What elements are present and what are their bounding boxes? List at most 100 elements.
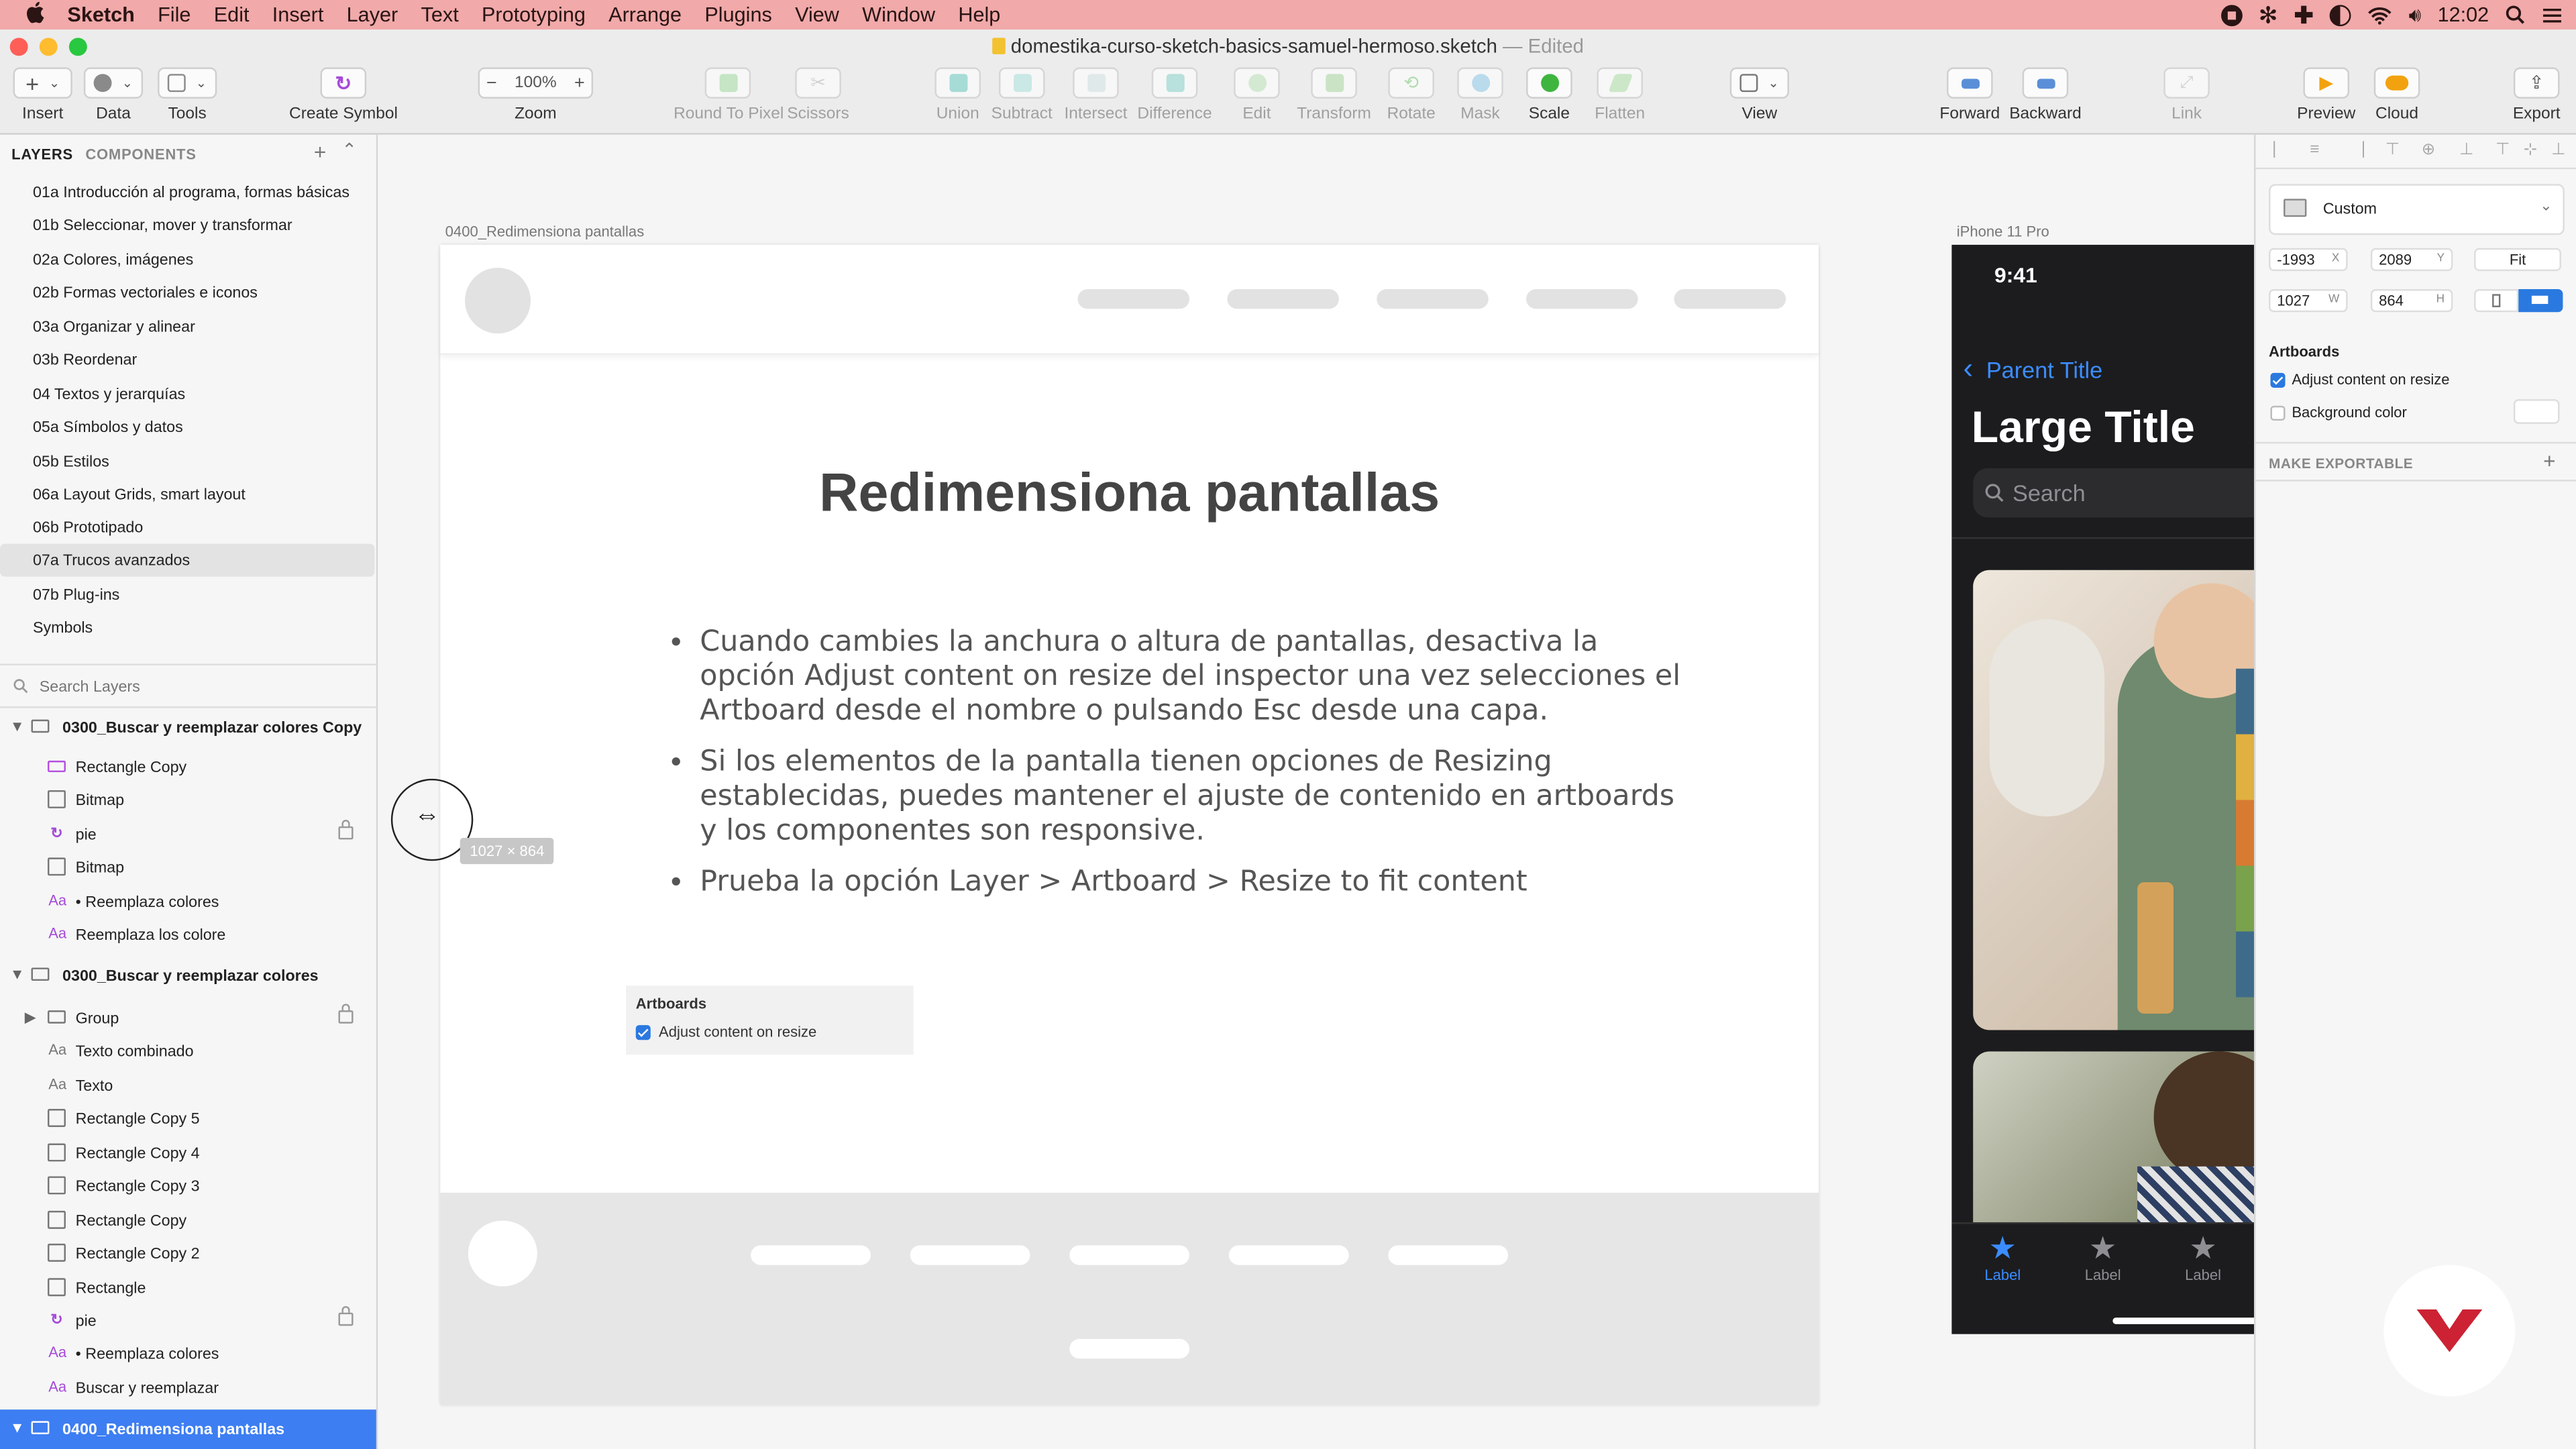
header-bar[interactable] (440, 244, 1819, 355)
clock[interactable]: 12:02 (2438, 3, 2489, 26)
zoom-control[interactable]: − 100% + Zoom (476, 67, 594, 123)
artboard-preset-select[interactable]: Custom ⌄ (2269, 184, 2565, 235)
footer-logo-placeholder[interactable] (468, 1220, 537, 1287)
layer-row[interactable]: ▶ Group (0, 1002, 376, 1035)
photo-card[interactable] (1973, 570, 2255, 1030)
zoom-out-icon[interactable]: − (486, 73, 497, 93)
page-item[interactable]: 05b Estilos (0, 445, 376, 478)
nav-placeholder[interactable] (1077, 289, 1190, 309)
make-exportable-title[interactable]: MAKE EXPORTABLE (2269, 455, 2413, 471)
footer-link-placeholder[interactable] (1388, 1245, 1509, 1265)
transform-button[interactable]: Transform (1295, 67, 1374, 123)
intersect-button[interactable]: Intersect (1060, 67, 1132, 123)
menu-insert[interactable]: Insert (261, 3, 335, 26)
round-to-pixel-button[interactable]: Round To Pixel (674, 67, 784, 123)
forward-button[interactable]: Forward (1939, 67, 2001, 123)
layer-row[interactable]: Rectangle Copy (0, 751, 376, 784)
app-menu[interactable]: Sketch (56, 3, 146, 26)
align-top-icon[interactable]: ⊤ (2385, 142, 2400, 160)
layer-row[interactable]: Aa Texto (0, 1069, 376, 1102)
align-right-icon[interactable]: ⎹ (2348, 142, 2364, 160)
lock-icon[interactable] (338, 1305, 354, 1326)
page-item-selected[interactable]: 07a Trucos avanzados (0, 543, 375, 577)
page-item[interactable]: 01a Introducción al programa, formas bás… (0, 176, 376, 209)
tab-item-2[interactable]: ★ Label (2075, 1233, 2131, 1283)
background-color-swatch[interactable] (2513, 399, 2560, 424)
disclosure-open-icon[interactable]: ▼ (8, 718, 26, 736)
nav-placeholder[interactable] (1674, 289, 1786, 309)
footer-link-placeholder[interactable] (910, 1245, 1030, 1265)
layer-row[interactable]: ↻ pie (0, 818, 376, 851)
search-layers-input[interactable] (36, 674, 355, 700)
menu-prototyping[interactable]: Prototyping (470, 3, 597, 26)
align-center-horizontal-icon[interactable]: ≡ (2310, 142, 2319, 160)
headline[interactable]: Redimensiona pantallas (440, 462, 1819, 524)
page-item[interactable]: Symbols (0, 611, 376, 644)
menu-view[interactable]: View (784, 3, 851, 26)
layer-row[interactable]: Rectangle Copy 5 (0, 1102, 376, 1135)
page-item[interactable]: 01b Seleccionar, mover y transformar (0, 209, 376, 241)
layer-row[interactable]: Rectangle Copy 3 (0, 1170, 376, 1203)
layer-row[interactable]: Rectangle Copy 2 (0, 1237, 376, 1270)
footer-link-placeholder[interactable] (1069, 1245, 1190, 1265)
wifi-icon[interactable] (2367, 6, 2392, 24)
preview-button[interactable]: ▶ Preview (2297, 67, 2356, 123)
menu-text[interactable]: Text (409, 3, 470, 26)
layer-row[interactable]: Bitmap (0, 851, 376, 884)
artboard-layer-selected[interactable]: ▼ 0400_Redimensiona pantallas (0, 1409, 376, 1449)
volume-icon[interactable]: 🔊︎ (2409, 3, 2422, 28)
footer-bar[interactable] (440, 1192, 1819, 1405)
disclosure-open-icon[interactable]: ▼ (8, 966, 26, 984)
page-item[interactable]: 03b Reordenar (0, 343, 376, 376)
footer-copyright-placeholder[interactable] (1069, 1338, 1190, 1359)
apple-menu-icon[interactable] (0, 1, 56, 28)
record-icon[interactable] (2220, 4, 2243, 25)
plus-cross-icon[interactable]: ✚ (2294, 1, 2314, 29)
backward-button[interactable]: Backward (2008, 67, 2084, 123)
iphone-artboard-title[interactable]: iPhone 11 Pro (1957, 223, 2049, 239)
menu-plugins[interactable]: Plugins (693, 3, 784, 26)
bullet-list[interactable]: Cuando cambies la anchura o altura de pa… (667, 626, 1685, 916)
width-field[interactable]: 1027 W (2269, 289, 2348, 313)
footer-link-placeholder[interactable] (1228, 1245, 1349, 1265)
tab-item-3[interactable]: ★ Label (2175, 1233, 2231, 1283)
distribute-horizontal-icon[interactable]: ⊤ (2496, 142, 2510, 160)
page-item[interactable]: 05a Símbolos y datos (0, 411, 376, 443)
align-left-icon[interactable]: ⎸ (2273, 142, 2290, 160)
lock-icon[interactable] (338, 820, 354, 840)
subtract-button[interactable]: Subtract (989, 67, 1055, 123)
menu-help[interactable]: Help (947, 3, 1012, 26)
nav-placeholder[interactable] (1377, 289, 1489, 309)
page-item[interactable]: 02a Colores, imágenes (0, 243, 376, 276)
layer-row[interactable]: Bitmap (0, 784, 376, 816)
menu-file[interactable]: File (146, 3, 203, 26)
add-page-icon[interactable]: + (314, 140, 327, 164)
split-circle-icon[interactable] (2330, 4, 2351, 25)
rotate-button[interactable]: ⟲ Rotate (1383, 67, 1439, 123)
inspector-inset-image[interactable]: Artboards Adjust content on resize (626, 985, 914, 1055)
page-item[interactable]: 06a Layout Grids, smart layout (0, 478, 376, 511)
layer-row[interactable]: ↻ pie (0, 1304, 376, 1337)
layer-row[interactable]: Aa • Reemplaza colores (0, 1337, 376, 1370)
align-middle-icon[interactable]: ⊕ (2422, 142, 2436, 160)
page-item[interactable]: 02b Formas vectoriales e iconos (0, 276, 376, 309)
data-tool[interactable]: ⌄ Data (80, 67, 146, 123)
fit-button[interactable]: Fit (2474, 248, 2561, 272)
menu-edit[interactable]: Edit (203, 3, 261, 26)
portrait-button[interactable] (2474, 289, 2519, 313)
tidy-icon[interactable]: ⊥ (2551, 142, 2565, 160)
tab-layers[interactable]: LAYERS (11, 146, 73, 162)
align-bottom-icon[interactable]: ⊥ (2459, 142, 2473, 160)
canvas[interactable]: 0400_Redimensiona pantallas iPhone 11 Pr… (378, 134, 2255, 1449)
distribute-vertical-icon[interactable]: ⊹ (2524, 142, 2538, 160)
menu-window[interactable]: Window (851, 3, 947, 26)
iphone-11-pro-artboard[interactable]: 9:41 ‹ Parent Title Large Title Search ★… (1951, 244, 2255, 1334)
background-color-checkbox[interactable] (2270, 405, 2286, 421)
artboard-redimensiona-pantallas[interactable]: Redimensiona pantallas Cuando cambies la… (440, 244, 1819, 1405)
flatten-button[interactable]: Flatten (1591, 67, 1650, 123)
adjust-content-checkbox[interactable] (2270, 372, 2286, 388)
collapse-pages-icon[interactable]: ⌃ (341, 140, 357, 161)
create-symbol-button[interactable]: ↻ Create Symbol (289, 67, 398, 123)
height-field[interactable]: 864 H (2370, 289, 2453, 313)
photo-card[interactable] (1973, 1051, 2255, 1249)
